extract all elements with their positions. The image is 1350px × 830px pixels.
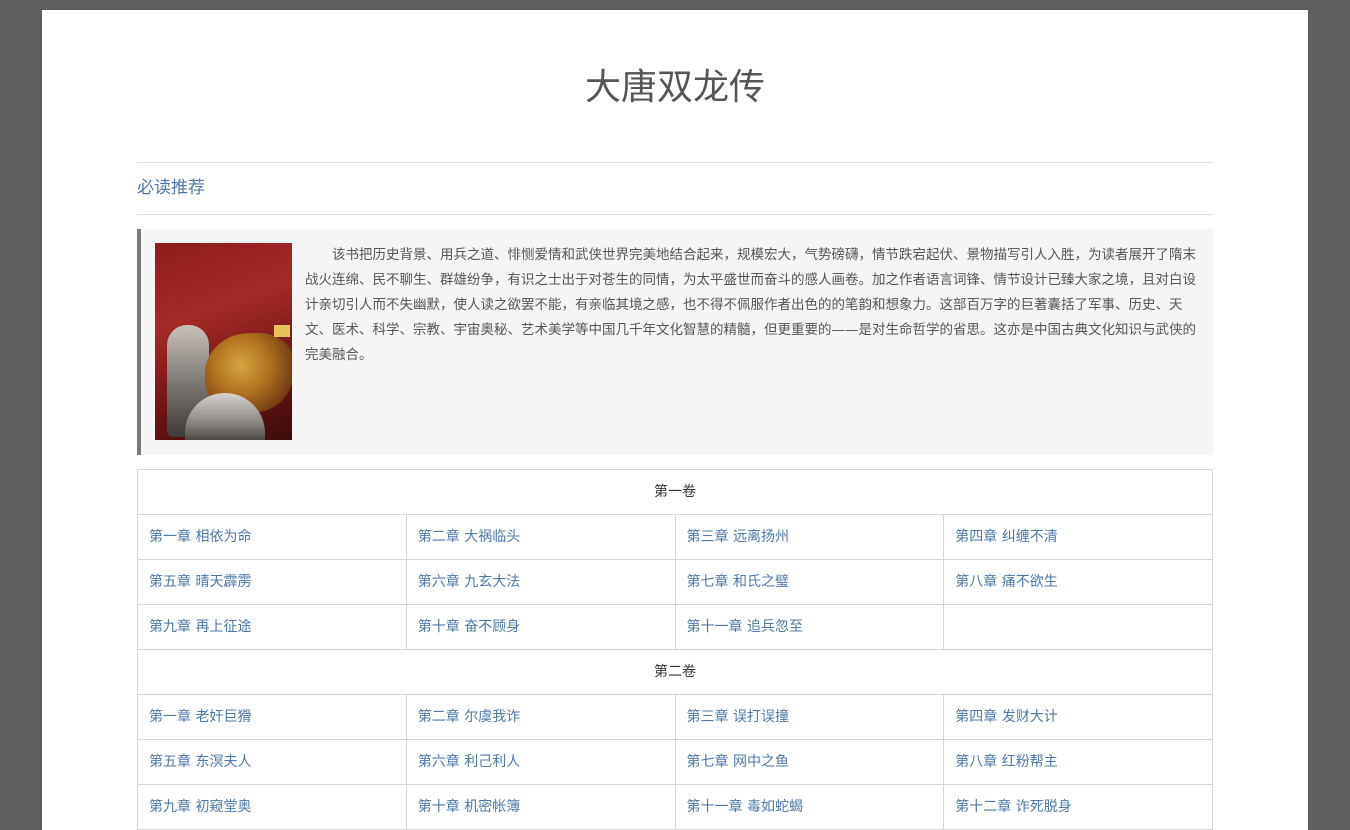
chapter-row: 第九章 再上征途 第十章 奋不顾身 第十一章 追兵忽至	[138, 605, 1212, 650]
chapter-link[interactable]: 第十二章 诈死脱身	[944, 785, 1212, 829]
chapter-row: 第五章 晴天霹雳 第六章 九玄大法 第七章 和氏之璧 第八章 痛不欲生	[138, 560, 1212, 605]
chapter-link[interactable]: 第一章 老奸巨猾	[138, 695, 407, 739]
chapter-link[interactable]: 第五章 晴天霹雳	[138, 560, 407, 604]
chapter-link[interactable]: 第七章 网中之鱼	[676, 740, 945, 784]
chapter-link[interactable]: 第九章 初窥堂奥	[138, 785, 407, 829]
chapter-link[interactable]: 第二章 大祸临头	[407, 515, 676, 559]
chapter-table: 第一卷 第一章 相依为命 第二章 大祸临头 第三章 远离扬州 第四章 纠缠不清 第五章 晴…	[137, 469, 1213, 830]
chapter-row: 第一章 老奸巨猾 第二章 尔虞我诈 第三章 误打误撞 第四章 发财大计	[138, 695, 1212, 740]
chapter-link[interactable]: 第十一章 毒如蛇蝎	[676, 785, 945, 829]
chapter-row: 第九章 初窥堂奥 第十章 机密帐簿 第十一章 毒如蛇蝎 第十二章 诈死脱身	[138, 785, 1212, 830]
divider	[137, 214, 1213, 215]
book-intro: 该书把历史背景、用兵之道、悱恻爱情和武侠世界完美地结合起来，规模宏大，气势磅礴，…	[137, 229, 1213, 455]
empty-cell	[944, 605, 1212, 649]
chapter-link[interactable]: 第四章 纠缠不清	[944, 515, 1212, 559]
page-container: 大唐双龙传 必读推荐 该书把历史背景、用兵之道、悱恻爱情和武侠世界完美地结合起来…	[42, 10, 1308, 830]
volume-heading: 第一卷	[138, 470, 1212, 515]
cover-label	[274, 325, 290, 337]
chapter-link[interactable]: 第十章 机密帐簿	[407, 785, 676, 829]
chapter-link[interactable]: 第三章 误打误撞	[676, 695, 945, 739]
chapter-link[interactable]: 第八章 痛不欲生	[944, 560, 1212, 604]
intro-text: 该书把历史背景、用兵之道、悱恻爱情和武侠世界完美地结合起来，规模宏大，气势磅礴，…	[305, 247, 1196, 363]
chapter-link[interactable]: 第二章 尔虞我诈	[407, 695, 676, 739]
content-column: 大唐双龙传 必读推荐 该书把历史背景、用兵之道、悱恻爱情和武侠世界完美地结合起来…	[137, 10, 1213, 830]
chapter-link[interactable]: 第十章 奋不顾身	[407, 605, 676, 649]
book-title: 大唐双龙传	[584, 67, 765, 108]
chapter-link[interactable]: 第三章 远离扬州	[676, 515, 945, 559]
chapter-row: 第五章 东溟夫人 第六章 利己利人 第七章 网中之鱼 第八章 红粉帮主	[138, 740, 1212, 785]
chapter-row: 第一章 相依为命 第二章 大祸临头 第三章 远离扬州 第四章 纠缠不清	[138, 515, 1212, 560]
chapter-link[interactable]: 第四章 发财大计	[944, 695, 1212, 739]
book-cover-image[interactable]	[155, 243, 292, 440]
chapter-link[interactable]: 第十一章 追兵忽至	[676, 605, 945, 649]
volume-heading: 第二卷	[138, 650, 1212, 695]
section-title[interactable]: 必读推荐	[137, 163, 1213, 214]
chapter-link[interactable]: 第八章 红粉帮主	[944, 740, 1212, 784]
chapter-link[interactable]: 第五章 东溟夫人	[138, 740, 407, 784]
chapter-link[interactable]: 第六章 利己利人	[407, 740, 676, 784]
chapter-link[interactable]: 第一章 相依为命	[138, 515, 407, 559]
chapter-link[interactable]: 第九章 再上征途	[138, 605, 407, 649]
chapter-link[interactable]: 第六章 九玄大法	[407, 560, 676, 604]
chapter-link[interactable]: 第七章 和氏之璧	[676, 560, 945, 604]
